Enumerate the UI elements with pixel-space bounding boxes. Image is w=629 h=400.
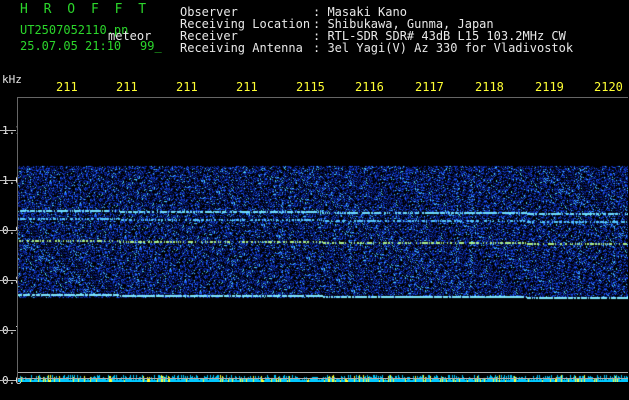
y-tick-mark: [0, 230, 16, 231]
x-tick: 2120: [594, 80, 623, 94]
x-tick: 2115: [296, 80, 325, 94]
frequency-unit-label: kHz: [2, 73, 22, 86]
percent-readout: 99_: [140, 39, 162, 53]
x-tick: 211: [176, 80, 198, 94]
x-tick: 211: [116, 80, 138, 94]
brand-title: H R O F F T: [20, 2, 151, 17]
baseline-rule-lower: [18, 378, 628, 379]
x-tick: 211: [236, 80, 258, 94]
x-tick: 2116: [355, 80, 384, 94]
y-tick-mark: [0, 180, 16, 181]
x-tick: 211: [56, 80, 78, 94]
antenna-value: : 3el Yagi(V) Az 330 for Vladivostok: [313, 41, 574, 55]
y-tick-mark: [0, 330, 16, 331]
antenna-label: Receiving Antenna: [180, 41, 303, 55]
x-tick: 2118: [475, 80, 504, 94]
x-tick: 2117: [415, 80, 444, 94]
y-tick-mark: [0, 130, 16, 131]
y-tick-mark: [0, 380, 16, 381]
y-tick-mark: [0, 280, 16, 281]
timestamp: 25.07.05 21:10: [20, 39, 122, 53]
baseline-rule: [18, 372, 628, 373]
x-tick: 2119: [535, 80, 564, 94]
spectrogram-canvas[interactable]: [18, 98, 628, 382]
